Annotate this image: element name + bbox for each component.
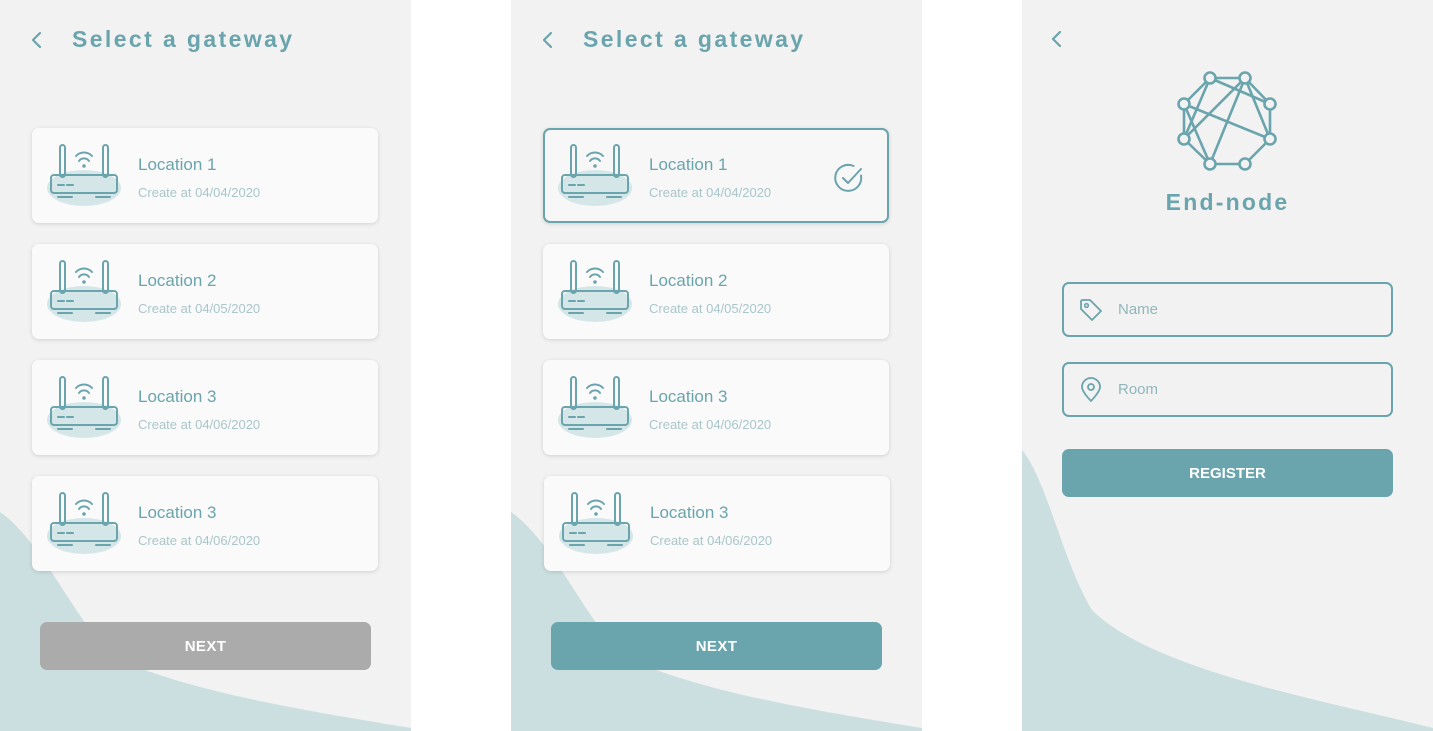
gateway-card[interactable]: Location 3 Create at 04/06/2020: [32, 476, 378, 571]
room-input[interactable]: [1118, 366, 1378, 413]
next-button-disabled[interactable]: NEXT: [40, 622, 371, 670]
gateway-card[interactable]: Location 2 Create at 04/05/2020: [32, 244, 378, 339]
gateway-name: Location 1: [138, 155, 217, 174]
gateway-card[interactable]: Location 3 Create at 04/06/2020: [544, 476, 890, 571]
name-field[interactable]: [1062, 282, 1393, 337]
register-button[interactable]: REGISTER: [1062, 449, 1393, 497]
brand-title: End-node: [1165, 189, 1290, 215]
gateway-date: Create at 04/05/2020: [138, 301, 261, 316]
check-circle-icon: [834, 163, 863, 192]
router-icon: [46, 142, 126, 208]
gateway-card[interactable]: Location 1 Create at 04/04/2020: [32, 128, 378, 223]
screen-select-gateway-empty: Select a gateway Location 1 Create at 04…: [0, 0, 411, 731]
router-icon: [557, 374, 637, 440]
gateway-card[interactable]: Location 3 Create at 04/06/2020: [32, 360, 378, 455]
chevron-left-icon[interactable]: [1046, 27, 1068, 51]
network-logo-icon: [1177, 71, 1277, 171]
router-icon: [557, 142, 637, 208]
gateway-date: Create at 04/06/2020: [650, 533, 773, 548]
router-icon: [46, 258, 126, 324]
chevron-left-icon[interactable]: [537, 28, 559, 52]
name-input[interactable]: [1118, 286, 1378, 333]
gateway-name: Location 3: [138, 387, 217, 406]
router-icon: [558, 490, 638, 556]
gateway-name: Location 1: [649, 155, 728, 174]
next-button[interactable]: NEXT: [551, 622, 882, 670]
gateway-date: Create at 04/06/2020: [138, 417, 261, 432]
page-title: Select a gateway: [72, 26, 295, 52]
tag-icon: [1080, 299, 1102, 321]
gateway-date: Create at 04/04/2020: [138, 185, 261, 200]
location-pin-icon: [1081, 377, 1101, 402]
screen-register-end-node: End-node REGISTER: [1022, 0, 1433, 731]
gateway-date: Create at 04/06/2020: [138, 533, 261, 548]
gateway-name: Location 3: [649, 387, 728, 406]
gateway-card[interactable]: Location 2 Create at 04/05/2020: [543, 244, 889, 339]
gateway-name: Location 2: [649, 271, 728, 290]
gateway-name: Location 2: [138, 271, 217, 290]
gateway-date: Create at 04/06/2020: [649, 417, 772, 432]
room-field[interactable]: [1062, 362, 1393, 417]
chevron-left-icon[interactable]: [26, 28, 48, 52]
page-title: Select a gateway: [583, 26, 806, 52]
router-icon: [46, 490, 126, 556]
gateway-date: Create at 04/04/2020: [649, 185, 772, 200]
gateway-date: Create at 04/05/2020: [649, 301, 772, 316]
screen-select-gateway-selected: Select a gateway Location 1 Create at 04…: [511, 0, 922, 731]
gateway-card[interactable]: Location 3 Create at 04/06/2020: [543, 360, 889, 455]
router-icon: [557, 258, 637, 324]
gateway-name: Location 3: [650, 503, 729, 522]
gateway-name: Location 3: [138, 503, 217, 522]
gateway-card-selected[interactable]: Location 1 Create at 04/04/2020: [543, 128, 889, 223]
router-icon: [46, 374, 126, 440]
